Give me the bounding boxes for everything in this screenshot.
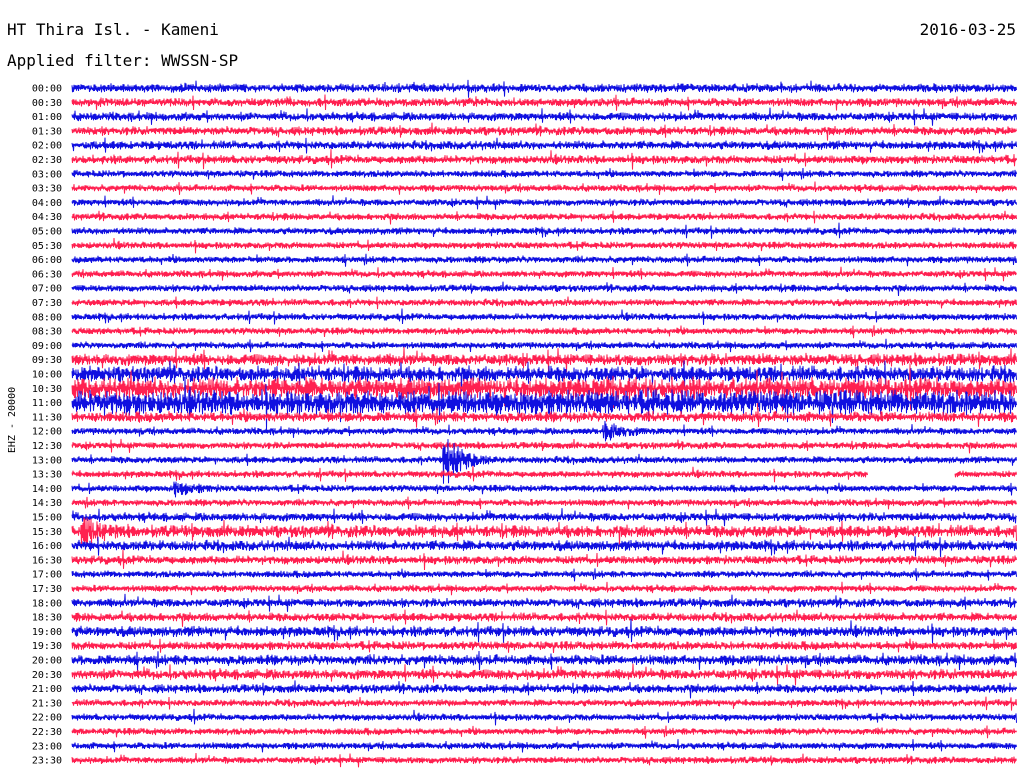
time-tick-label: 11:00 <box>32 398 62 409</box>
time-tick-label: 16:30 <box>32 555 62 566</box>
time-tick-label: 09:30 <box>32 355 62 366</box>
trace-line-1930 <box>71 638 1017 654</box>
time-tick-label: 15:00 <box>32 513 62 524</box>
time-tick-label: 13:30 <box>32 470 62 481</box>
trace-line-0030 <box>71 94 1017 111</box>
trace-line-0930 <box>71 347 1017 373</box>
time-tick-label: 08:30 <box>32 327 62 338</box>
trace-line-2030 <box>71 663 1017 686</box>
trace-line-0200 <box>71 137 1017 154</box>
time-tick-label: 09:00 <box>32 341 62 352</box>
time-tick-label: 16:00 <box>32 541 62 552</box>
trace-line-1430 <box>71 496 1017 510</box>
trace-line-2200 <box>71 708 1017 726</box>
trace-line-2000 <box>71 650 1017 671</box>
trace-line-2330 <box>71 752 1017 768</box>
time-tick-label: 20:30 <box>32 670 62 681</box>
trace-line-1230 <box>71 438 1017 454</box>
time-tick-label: 02:00 <box>32 141 62 152</box>
time-tick-label: 05:00 <box>32 227 62 238</box>
time-tick-label: 19:00 <box>32 627 62 638</box>
channel-label: EHZ - 20000 <box>7 387 18 453</box>
time-tick-label: 04:30 <box>32 212 62 223</box>
trace-line-0500 <box>71 222 1017 239</box>
trace-line-0630 <box>71 266 1017 282</box>
seismogram-chart: EHZ - 20000 00:00 00:30 01:00 01:30 02:00 02:… <box>7 79 1017 768</box>
trace-line-0430 <box>71 210 1017 225</box>
trace-line-1500 <box>71 508 1017 527</box>
time-tick-label: 14:00 <box>32 484 62 495</box>
trace-line-0800 <box>71 308 1017 325</box>
time-tick-label: 01:00 <box>32 112 62 123</box>
trace-line-2100 <box>71 680 1017 699</box>
time-tick-label: 06:30 <box>32 269 62 280</box>
trace-line-0130 <box>71 122 1017 141</box>
time-tick-label: 06:00 <box>32 255 62 266</box>
trace-line-0830 <box>71 325 1017 339</box>
trace-line-0900 <box>71 338 1017 353</box>
trace-line-0230 <box>71 149 1017 170</box>
time-tick-label: 18:00 <box>32 598 62 609</box>
time-tick-label: 12:00 <box>32 427 62 438</box>
time-tick-label: 12:30 <box>32 441 62 452</box>
trace-line-0400 <box>71 195 1017 210</box>
time-tick-label: 20:00 <box>32 656 62 667</box>
trace-line-0300 <box>71 167 1017 181</box>
trace-line-1830 <box>71 609 1017 627</box>
time-tick-label: 18:30 <box>32 613 62 624</box>
time-tick-label: 07:30 <box>32 298 62 309</box>
trace-line-2230 <box>71 725 1017 739</box>
time-tick-label: 00:30 <box>32 98 62 109</box>
time-tick-label: 01:30 <box>32 126 62 137</box>
time-tick-label: 15:30 <box>32 527 62 538</box>
time-tick-label: 17:00 <box>32 570 62 581</box>
trace-line-0100 <box>71 107 1017 126</box>
trace-line-1400 <box>71 481 1017 498</box>
time-tick-label: 23:00 <box>32 741 62 752</box>
trace-line-1630 <box>71 549 1017 571</box>
trace-line-0530 <box>71 237 1017 254</box>
time-tick-label: 04:00 <box>32 198 62 209</box>
trace-line-1700 <box>71 568 1017 582</box>
trace-line-1600 <box>71 536 1017 558</box>
trace-line-0000 <box>71 79 1017 98</box>
time-tick-label: 03:00 <box>32 169 62 180</box>
trace-line-0330 <box>71 181 1017 195</box>
trace-line-1900 <box>71 618 1017 644</box>
time-tick-label: 05:30 <box>32 241 62 252</box>
time-tick-label: 07:00 <box>32 284 62 295</box>
time-tick-label: 17:30 <box>32 584 62 595</box>
trace-line-1730 <box>71 581 1017 596</box>
trace-line-0730 <box>71 296 1017 310</box>
trace-line-2300 <box>71 739 1017 753</box>
time-tick-label: 10:30 <box>32 384 62 395</box>
time-tick-label: 10:00 <box>32 370 62 381</box>
time-tick-label: 08:00 <box>32 312 62 323</box>
trace-line-2130 <box>71 696 1017 711</box>
time-tick-labels: 00:00 00:30 01:00 01:30 02:00 02:30 03:00 03:30… <box>32 84 62 767</box>
time-tick-label: 22:30 <box>32 727 62 738</box>
time-tick-label: 13:00 <box>32 455 62 466</box>
time-tick-label: 14:30 <box>32 498 62 509</box>
trace-line-0600 <box>71 253 1017 267</box>
time-tick-label: 19:30 <box>32 641 62 652</box>
trace-line-0700 <box>71 281 1017 297</box>
time-tick-label: 22:00 <box>32 713 62 724</box>
trace-line-1800 <box>71 593 1017 612</box>
time-tick-label: 00:00 <box>32 84 62 95</box>
trace-line-1130 <box>71 407 1017 428</box>
time-tick-label: 23:30 <box>32 756 62 767</box>
time-tick-label: 21:00 <box>32 684 62 695</box>
time-tick-label: 03:30 <box>32 184 62 195</box>
trace-line-1200 <box>71 420 1017 442</box>
time-tick-label: 02:30 <box>32 155 62 166</box>
trace-lines <box>71 79 1017 768</box>
time-tick-label: 21:30 <box>32 698 62 709</box>
trace-line-1330 <box>71 465 1017 483</box>
time-tick-label: 11:30 <box>32 412 62 423</box>
